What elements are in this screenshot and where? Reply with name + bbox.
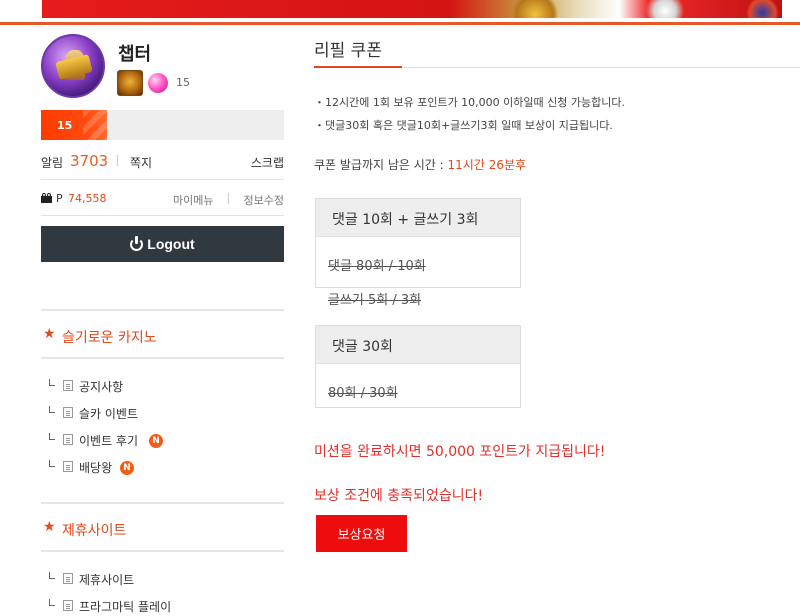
banner-character-image bbox=[505, 0, 565, 18]
condition-title: 댓글 10회 + 글쓰기 3회 bbox=[316, 199, 520, 237]
menu-item-label: 프라그마틱 플레이 bbox=[79, 600, 172, 614]
tree-branch-icon bbox=[49, 433, 55, 440]
menu-item-label: 제휴사이트 bbox=[79, 573, 135, 587]
alarm-count[interactable]: 3703 bbox=[70, 152, 108, 170]
tree-branch-icon bbox=[49, 572, 55, 579]
banner-chip-image bbox=[640, 0, 690, 18]
notice-line: ・12시간에 1회 보유 포인트가 10,000 이하일때 신청 가능합니다. bbox=[314, 96, 625, 109]
scrap-link[interactable]: 스크랩 bbox=[251, 154, 284, 171]
star-icon: ★ bbox=[43, 519, 56, 535]
banner-figure-image bbox=[745, 0, 780, 18]
mission-text: 미션을 완료하시면 50,000 포인트가 지급됩니다! bbox=[314, 444, 606, 460]
avatar[interactable] bbox=[41, 34, 105, 98]
profile-box: 챕터 15 bbox=[41, 34, 284, 106]
point-label: P bbox=[56, 192, 63, 205]
gift-icon bbox=[41, 193, 52, 203]
my-menu-link[interactable]: 마이메뉴 bbox=[173, 192, 213, 208]
xp-bar: 15 bbox=[41, 110, 284, 140]
xp-level-label: 15 bbox=[57, 119, 73, 132]
level-number: 15 bbox=[176, 76, 190, 89]
remaining-time-label: 쿠폰 발급까지 남은 시간 : bbox=[314, 158, 448, 172]
sidebar: 챕터 15 15 알림 3703 쪽지 스크랩 P 74,558 마이메뉴 정보… bbox=[41, 34, 284, 616]
condition-progress: 글쓰기 5회 / 3회 bbox=[328, 293, 422, 308]
condition-box-comment-post: 댓글 10회 + 글쓰기 3회 댓글 80회 / 10회 글쓰기 5회 / 3회 bbox=[315, 198, 521, 308]
menu-item-label: 공지사항 bbox=[79, 380, 124, 394]
main-content: 리필 쿠폰 ・12시간에 1회 보유 포인트가 10,000 이하일때 신청 가… bbox=[314, 26, 800, 552]
new-badge: N bbox=[149, 434, 163, 448]
page-title-bar: 리필 쿠폰 bbox=[314, 26, 800, 68]
condition-title: 댓글 30회 bbox=[316, 326, 520, 364]
title-underline bbox=[314, 66, 402, 68]
menu-item-label: 배당왕 bbox=[79, 461, 113, 475]
reward-request-button[interactable]: 보상요청 bbox=[316, 515, 407, 552]
section-title: 제휴사이트 bbox=[62, 523, 127, 539]
menu-list-partner: 제휴사이트 프라그마틱 플레이 bbox=[41, 552, 284, 616]
point-row: P 74,558 마이메뉴 정보수정 bbox=[41, 180, 284, 216]
power-icon bbox=[130, 236, 144, 251]
tree-branch-icon bbox=[49, 379, 55, 386]
document-icon bbox=[63, 434, 73, 445]
menu-item-event-review[interactable]: 이벤트 후기 N bbox=[41, 429, 284, 456]
menu-item-notice[interactable]: 공지사항 bbox=[41, 375, 284, 402]
divider bbox=[117, 155, 118, 166]
document-icon bbox=[63, 573, 73, 584]
menu-list-casino: 공지사항 슬카 이벤트 이벤트 후기 N 배당왕 N bbox=[41, 359, 284, 489]
menu-item-label: 이벤트 후기 bbox=[79, 434, 139, 448]
section-title: 슬기로운 카지노 bbox=[62, 330, 157, 346]
document-icon bbox=[63, 407, 73, 418]
section-header-partner[interactable]: ★ 제휴사이트 bbox=[41, 502, 284, 552]
point-value: 74,558 bbox=[68, 192, 107, 205]
header-divider bbox=[0, 22, 800, 25]
tree-branch-icon bbox=[49, 460, 55, 467]
menu-item-dividend-king[interactable]: 배당왕 N bbox=[41, 456, 284, 483]
tree-branch-icon bbox=[49, 406, 55, 413]
menu-item-label: 슬카 이벤트 bbox=[79, 407, 139, 421]
menu-item-event[interactable]: 슬카 이벤트 bbox=[41, 402, 284, 429]
logout-button[interactable]: Logout bbox=[41, 226, 284, 262]
level-badge-icon bbox=[117, 70, 143, 96]
top-banner bbox=[0, 0, 800, 26]
nickname: 챕터 bbox=[118, 44, 152, 65]
menu-item-partner-site[interactable]: 제휴사이트 bbox=[41, 568, 284, 595]
menu-item-pragmatic-play[interactable]: 프라그마틱 플레이 bbox=[41, 595, 284, 616]
remaining-time: 쿠폰 발급까지 남은 시간 : 11시간 26분후 bbox=[314, 156, 526, 173]
document-icon bbox=[63, 380, 73, 391]
condition-progress: 80회 / 30회 bbox=[328, 386, 398, 401]
condition-progress: 댓글 80회 / 10회 bbox=[328, 259, 426, 274]
xp-bar-fill bbox=[41, 110, 107, 140]
alarm-label[interactable]: 알림 bbox=[41, 154, 63, 171]
document-icon bbox=[63, 461, 73, 472]
document-icon bbox=[63, 600, 73, 611]
logout-label: Logout bbox=[147, 236, 195, 252]
tree-branch-icon bbox=[49, 599, 55, 606]
section-header-casino[interactable]: ★ 슬기로운 카지노 bbox=[41, 309, 284, 359]
memo-link[interactable]: 쪽지 bbox=[130, 154, 152, 171]
condition-box-comment: 댓글 30회 80회 / 30회 bbox=[315, 325, 521, 408]
divider bbox=[228, 193, 229, 204]
new-badge: N bbox=[120, 461, 134, 475]
gem-icon bbox=[148, 73, 168, 93]
page-title: 리필 쿠폰 bbox=[314, 41, 382, 61]
fulfilled-text: 보상 조건에 충족되었습니다! bbox=[314, 488, 484, 504]
avatar-crest bbox=[55, 54, 93, 80]
edit-info-link[interactable]: 정보수정 bbox=[244, 192, 284, 208]
remaining-time-value: 11시간 26분후 bbox=[447, 158, 527, 172]
alarm-row: 알림 3703 쪽지 스크랩 bbox=[41, 140, 284, 180]
star-icon: ★ bbox=[43, 326, 56, 342]
notice-line: ・댓글30회 혹은 댓글10회+글쓰기3회 일때 보상이 지급됩니다. bbox=[314, 119, 613, 132]
